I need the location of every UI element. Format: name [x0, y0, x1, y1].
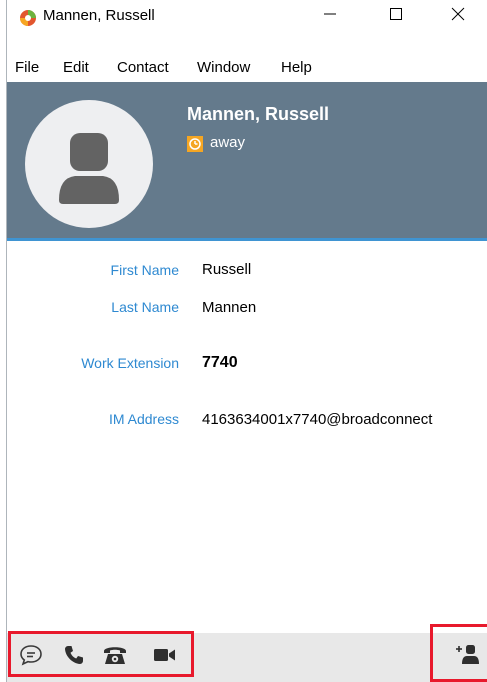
minimize-button[interactable]: [307, 0, 353, 32]
person-silhouette-icon: [59, 133, 119, 204]
maximize-button[interactable]: [373, 0, 419, 32]
away-clock-icon: [187, 136, 203, 152]
video-call-button[interactable]: [151, 643, 179, 671]
minimize-icon: [323, 7, 337, 26]
title-bar[interactable]: Mannen, Russell: [7, 0, 487, 32]
add-contact-icon: [454, 643, 480, 672]
work-extension-label: Work Extension: [81, 355, 179, 371]
im-address-value[interactable]: 4163634001x7740@broadconnect: [202, 411, 480, 428]
contact-window: Mannen, Russell File Edit Contact Window…: [6, 0, 487, 682]
video-camera-icon: [152, 646, 178, 669]
phone-icon: [63, 644, 85, 671]
desk-phone-button[interactable]: [101, 643, 129, 671]
menu-help[interactable]: Help: [281, 56, 312, 80]
menu-window[interactable]: Window: [197, 56, 250, 80]
maximize-icon: [389, 7, 403, 26]
menu-file[interactable]: File: [15, 56, 39, 80]
contact-name: Mannen, Russell: [187, 104, 330, 124]
last-name-label: Last Name: [111, 299, 179, 315]
work-extension-value[interactable]: 7740: [202, 354, 238, 372]
close-icon: [451, 7, 465, 26]
menu-bar: File Edit Contact Window Help: [7, 56, 487, 80]
close-button[interactable]: [435, 0, 481, 32]
menu-contact[interactable]: Contact: [117, 56, 169, 80]
app-logo-icon: [19, 8, 37, 26]
window-title: Mannen, Russell: [43, 7, 155, 24]
desk-phone-icon: [102, 643, 128, 672]
call-button[interactable]: [60, 643, 88, 671]
action-bar: [7, 633, 487, 682]
im-address-label: IM Address: [108, 411, 179, 427]
chat-button[interactable]: [17, 643, 45, 671]
last-name-value: Mannen: [202, 299, 257, 316]
avatar: [25, 100, 153, 228]
menu-edit[interactable]: Edit: [63, 56, 89, 80]
chat-icon: [19, 644, 43, 671]
first-name-label: First Name: [110, 262, 179, 278]
contact-header: Mannen, Russell away: [7, 82, 487, 241]
add-contact-button[interactable]: [453, 643, 481, 671]
presence-status: away: [210, 134, 246, 151]
first-name-value: Russell: [202, 261, 252, 278]
